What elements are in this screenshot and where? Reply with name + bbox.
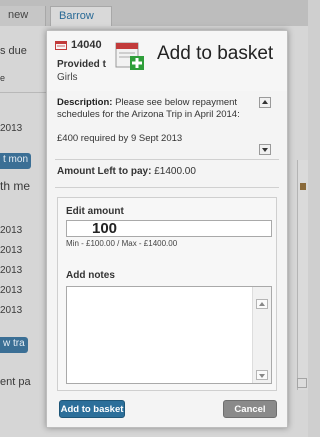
edit-amount-label: Edit amount [66,206,124,217]
background-tab-barrow[interactable]: Barrow [50,6,112,26]
background-tab-bar: new Barrow [0,0,308,26]
amount-left-row: Amount Left to pay: £1400.00 [57,166,196,177]
provided-value: Girls [57,72,78,83]
amount-limits: Min - £100.00 / Max - £1400.00 [66,239,178,248]
add-to-basket-button[interactable]: Add to basket [59,400,125,418]
description-truncated-line: £400 required by 9 Sept 2013 [57,133,183,144]
background-pill-transfer[interactable]: w tra [0,337,28,353]
dialog-title-group: Add to basket [113,37,303,81]
basket-add-icon [115,42,144,70]
background-pill-month[interactable]: t mon [0,153,32,169]
item-reference: 14040 [71,39,102,51]
scroll-up-button[interactable] [259,97,271,108]
background-right-print-icon [297,378,307,388]
background-right-panel [297,160,308,390]
chevron-up-icon [262,100,268,104]
dialog-title: Add to basket [157,43,274,64]
add-to-basket-dialog: 14040 Provided t Girls Add to basket Des… [46,30,288,428]
section-divider [55,159,279,160]
background-right-icon [300,183,306,190]
notes-scroll-down-button[interactable] [256,370,268,380]
chevron-down-icon [262,148,268,152]
background-fragment-e: e [0,73,6,83]
notes-scroll-up-button[interactable] [256,299,268,309]
background-fragment-due: s due [0,45,27,57]
description-scrollbar[interactable] [259,97,273,155]
edit-amount-input[interactable] [66,220,272,237]
background-fragment-payment: ent pa [0,376,31,388]
description-label: Description: [57,97,113,108]
document-icon [55,41,67,50]
provided-label: Provided t [57,59,106,70]
add-notes-label: Add notes [66,270,115,281]
payment-form: Edit amount Min - £100.00 / Max - £1400.… [57,197,277,391]
background-tab-new[interactable]: new [0,6,46,26]
notes-scrollbar[interactable] [252,287,271,383]
background-date-3: 2013 [0,245,23,256]
background-divider [0,92,46,93]
amount-left-label: Amount Left to pay: [57,166,152,177]
section-divider [55,187,279,188]
background-date-2: 2013 [0,225,23,236]
background-fragment-month: th me [0,179,31,193]
chevron-down-icon [259,374,265,378]
chevron-up-icon [259,302,265,306]
background-date-1: 2013 [0,123,23,134]
notes-textarea[interactable] [66,286,272,384]
description-text: Description: Please see below repayment … [57,97,253,153]
background-date-6: 2013 [0,305,23,316]
cancel-button[interactable]: Cancel [223,400,277,418]
background-date-4: 2013 [0,265,23,276]
background-date-5: 2013 [0,285,23,296]
scroll-down-button[interactable] [259,144,271,155]
amount-left-value: £1400.00 [154,166,196,177]
